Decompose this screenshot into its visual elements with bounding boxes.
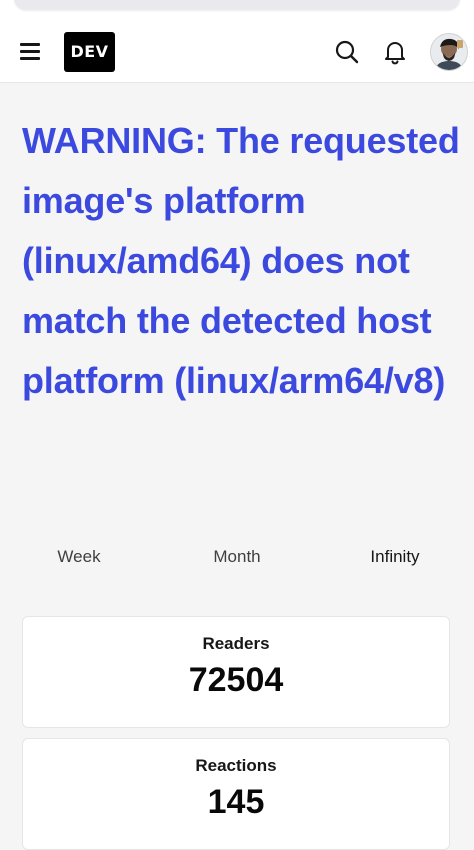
browser-top-strip <box>0 0 474 20</box>
stat-card-readers: Readers 72504 <box>22 616 450 728</box>
menu-icon[interactable] <box>18 40 44 62</box>
tab-infinity[interactable]: Infinity <box>335 541 455 573</box>
stat-value: 145 <box>207 783 265 821</box>
avatar[interactable] <box>430 33 468 71</box>
main-content: WARNING: The requested image's platform … <box>0 83 474 850</box>
bell-icon[interactable] <box>382 39 408 65</box>
stat-value: 72504 <box>188 661 284 699</box>
period-tabs: Week Month Infinity <box>0 541 474 573</box>
dev-logo[interactable]: DEV <box>64 32 115 72</box>
stat-label: Readers <box>202 634 270 653</box>
browser-address-bar[interactable] <box>14 0 460 10</box>
stat-card-reactions: Reactions 145 <box>22 738 450 850</box>
article-title[interactable]: WARNING: The requested image's platform … <box>22 111 462 411</box>
app-header: DEV <box>0 20 474 83</box>
stat-label: Reactions <box>195 756 277 775</box>
tab-week[interactable]: Week <box>19 541 139 573</box>
search-icon[interactable] <box>334 39 360 65</box>
tab-month[interactable]: Month <box>177 541 297 573</box>
